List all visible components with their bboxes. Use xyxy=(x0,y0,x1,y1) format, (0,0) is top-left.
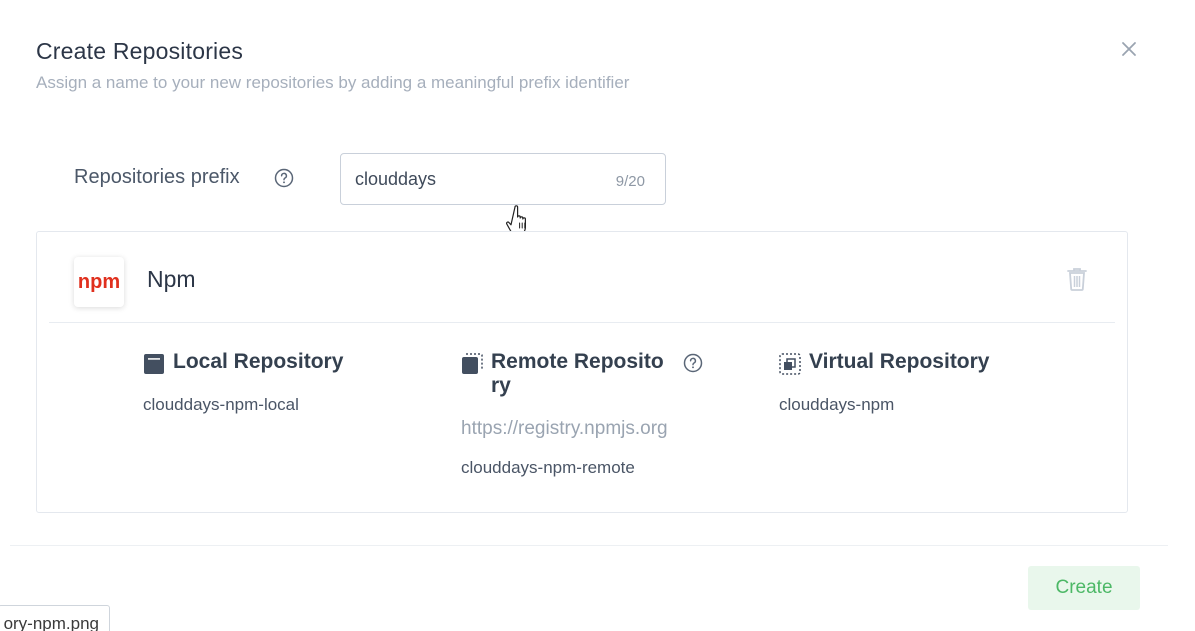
package-name: Npm xyxy=(147,266,196,292)
prefix-input-wrapper[interactable]: 9/20 xyxy=(340,153,666,205)
dialog-subtitle: Assign a name to your new repositories b… xyxy=(36,73,630,92)
prefix-label: Repositories prefix xyxy=(74,166,240,188)
remote-repo-name: clouddays-npm-remote xyxy=(461,458,635,477)
virtual-repo-column: Virtual Repository clouddays-npm xyxy=(779,350,1079,415)
trash-icon[interactable] xyxy=(1065,266,1089,292)
remote-question-circle-icon[interactable] xyxy=(683,353,703,373)
question-circle-icon[interactable] xyxy=(274,168,294,188)
local-repo-icon xyxy=(143,353,165,375)
virtual-repo-title: Virtual Repository xyxy=(809,350,990,373)
create-button[interactable]: Create xyxy=(1028,566,1140,610)
remote-repo-url: https://registry.npmjs.org xyxy=(461,418,668,439)
remote-repo-icon xyxy=(461,353,483,375)
close-icon[interactable] xyxy=(1116,36,1142,62)
npm-logo-text: npm xyxy=(77,270,121,293)
card-divider xyxy=(49,322,1115,323)
local-repo-title: Local Repository xyxy=(173,350,344,373)
char-count: 9/20 xyxy=(615,173,645,190)
create-repositories-dialog: Create Repositories Assign a name to you… xyxy=(0,0,1195,631)
virtual-repo-icon xyxy=(779,353,801,375)
prefix-input[interactable] xyxy=(355,166,595,192)
local-repo-name: clouddays-npm-local xyxy=(143,395,299,414)
npm-logo: npm xyxy=(74,257,124,307)
dialog-title: Create Repositories xyxy=(36,38,244,64)
remote-repo-column: Remote Reposito ry https://registry.npmj… xyxy=(461,350,761,477)
virtual-repo-name: clouddays-npm xyxy=(779,395,895,414)
filename-tooltip: ory-npm.png xyxy=(0,605,110,631)
footer-divider xyxy=(10,545,1168,546)
package-card-npm: npm Npm Local Repository clouddays-npm-l… xyxy=(36,231,1128,513)
local-repo-column: Local Repository clouddays-npm-local xyxy=(143,350,443,415)
remote-repo-title: Remote Reposito ry xyxy=(491,350,664,397)
